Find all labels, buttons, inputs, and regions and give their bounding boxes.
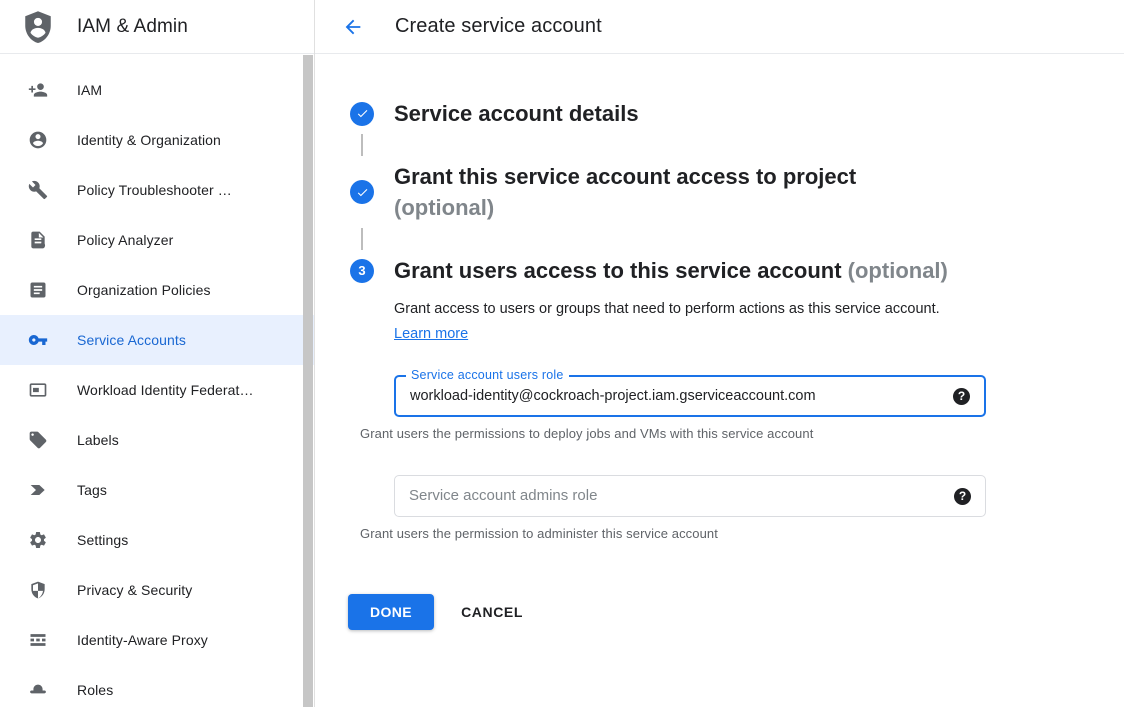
sidebar-item-tags[interactable]: Tags (0, 465, 314, 515)
label-icon (28, 430, 48, 450)
sidebar-item-identity-aware-proxy[interactable]: Identity-Aware Proxy (0, 615, 314, 665)
tag-arrow-icon (28, 480, 48, 500)
step-connector (361, 134, 363, 156)
sidebar-item-organization-policies[interactable]: Organization Policies (0, 265, 314, 315)
step-3-title: Grant users access to this service accou… (394, 255, 948, 286)
step-3-number-badge: 3 (350, 259, 374, 283)
proxy-icon (28, 630, 48, 650)
step-3-description: Grant access to users or groups that nee… (394, 297, 969, 347)
done-button[interactable]: DONE (348, 594, 434, 630)
description-text: Grant access to users or groups that nee… (394, 301, 940, 317)
service-account-admins-role-field[interactable]: ? (394, 475, 986, 517)
step-2-optional-label: (optional) (394, 192, 856, 223)
app-window: IAM & Admin IAM Identity & Organization Po… (0, 0, 1124, 707)
key-icon (28, 330, 48, 350)
sidebar-item-label: IAM (77, 82, 102, 98)
product-title: IAM & Admin (77, 16, 188, 38)
sidebar-item-roles[interactable]: Roles (0, 665, 314, 707)
sidebar-item-label: Privacy & Security (77, 582, 192, 598)
admins-role-helper-text: Grant users the permission to administer… (360, 526, 1084, 541)
sidebar-item-iam[interactable]: IAM (0, 65, 314, 115)
sidebar-item-label: Service Accounts (77, 332, 186, 348)
shield-half-icon (28, 580, 48, 600)
sidebar-item-settings[interactable]: Settings (0, 515, 314, 565)
sidebar-item-workload-identity-federation[interactable]: Workload Identity Federat… (0, 365, 314, 415)
iam-shield-icon (19, 7, 57, 47)
learn-more-link[interactable]: Learn more (394, 326, 468, 342)
article-icon (28, 280, 48, 300)
sidebar-item-label: Settings (77, 532, 128, 548)
page-title: Create service account (395, 15, 602, 38)
help-icon[interactable]: ? (954, 488, 971, 505)
users-role-input[interactable] (396, 377, 953, 415)
card-icon (28, 380, 48, 400)
sidebar-item-label: Workload Identity Federat… (77, 382, 254, 398)
service-account-users-role-field[interactable]: Service account users role ? (394, 375, 986, 417)
sidebar-item-identity-organization[interactable]: Identity & Organization (0, 115, 314, 165)
step-2-title: Grant this service account access to pro… (394, 161, 856, 223)
step-1-title: Service account details (394, 98, 639, 129)
step-2-check-icon (350, 180, 374, 204)
sidebar-item-service-accounts[interactable]: Service Accounts (0, 315, 314, 365)
sidebar-item-label: Organization Policies (77, 282, 211, 298)
form-actions: DONE CANCEL (350, 594, 1084, 630)
help-icon[interactable]: ? (953, 388, 970, 405)
sidebar-item-policy-troubleshooter[interactable]: Policy Troubleshooter … (0, 165, 314, 215)
sidebar-item-label: Identity-Aware Proxy (77, 632, 208, 648)
policy-analyzer-icon (28, 230, 48, 250)
main-panel: Create service account Service account d… (315, 0, 1124, 707)
sidebar-item-label: Policy Analyzer (77, 232, 173, 248)
sidebar-item-label: Roles (77, 682, 113, 698)
step-connector (361, 228, 363, 250)
sidebar-item-label: Identity & Organization (77, 132, 221, 148)
sidebar-item-label: Policy Troubleshooter … (77, 182, 232, 198)
step-1-service-account-details: Service account details (350, 98, 1084, 129)
person-add-icon (28, 80, 48, 100)
step-1-check-icon (350, 102, 374, 126)
users-role-field-label: Service account users role (406, 368, 569, 382)
step-3-title-text: Grant users access to this service accou… (394, 258, 842, 283)
sidebar-item-label: Labels (77, 432, 119, 448)
step-3-grant-users-access: 3 Grant users access to this service acc… (350, 255, 1084, 286)
account-circle-icon (28, 130, 48, 150)
sidebar-item-policy-analyzer[interactable]: Policy Analyzer (0, 215, 314, 265)
page-header: Create service account (315, 0, 1124, 54)
step-2-title-text: Grant this service account access to pro… (394, 164, 856, 189)
users-role-helper-text: Grant users the permissions to deploy jo… (360, 426, 1084, 441)
back-arrow-icon[interactable] (340, 14, 366, 40)
sidebar-item-labels[interactable]: Labels (0, 415, 314, 465)
step-3-optional-label: (optional) (848, 258, 948, 283)
sidebar-header: IAM & Admin (0, 0, 314, 54)
sidebar-item-privacy-security[interactable]: Privacy & Security (0, 565, 314, 615)
sidebar-item-label: Tags (77, 482, 107, 498)
create-service-account-form: Service account details Grant this servi… (315, 54, 1124, 630)
gear-icon (28, 530, 48, 550)
sidebar-nav: IAM Identity & Organization Policy Trouble… (0, 54, 314, 707)
hat-icon (28, 680, 48, 700)
step-2-grant-access-to-project: Grant this service account access to pro… (350, 161, 1084, 223)
wrench-icon (28, 180, 48, 200)
iam-admin-sidebar: IAM & Admin IAM Identity & Organization Po… (0, 0, 315, 707)
sidebar-scrollbar[interactable] (303, 55, 313, 707)
admins-role-input[interactable] (395, 476, 954, 516)
cancel-button[interactable]: CANCEL (461, 604, 523, 620)
